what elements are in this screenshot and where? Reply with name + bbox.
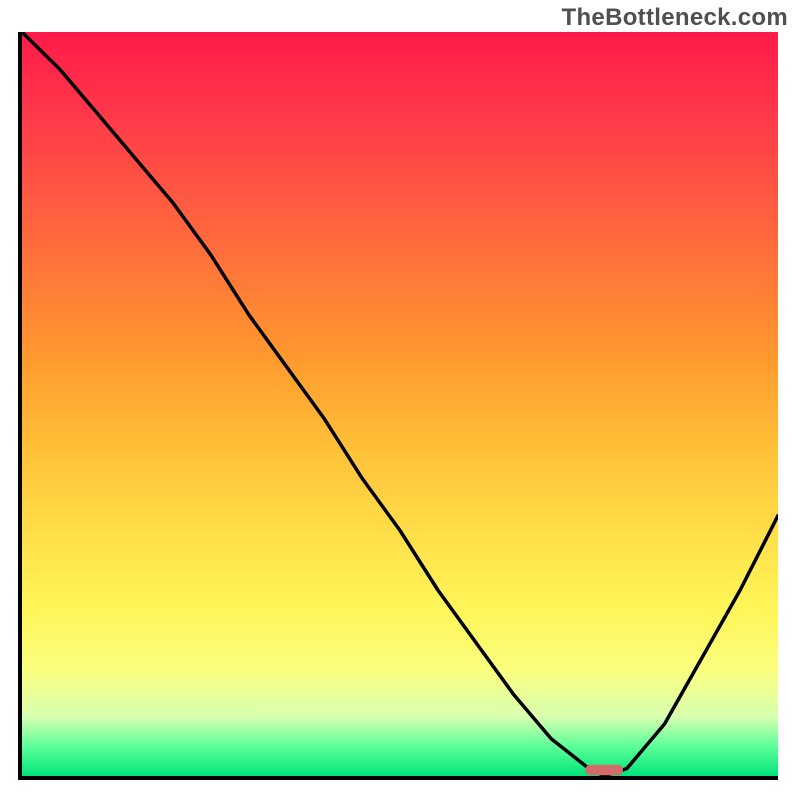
optimal-marker	[585, 765, 623, 775]
bottleneck-curve-path	[22, 32, 778, 776]
watermark-text: TheBottleneck.com	[562, 4, 788, 32]
plot-gradient-background	[22, 32, 778, 776]
chart-viewport: TheBottleneck.com	[0, 0, 800, 800]
chart-svg	[22, 32, 778, 776]
y-axis-line	[18, 32, 22, 780]
x-axis-line	[18, 776, 778, 780]
